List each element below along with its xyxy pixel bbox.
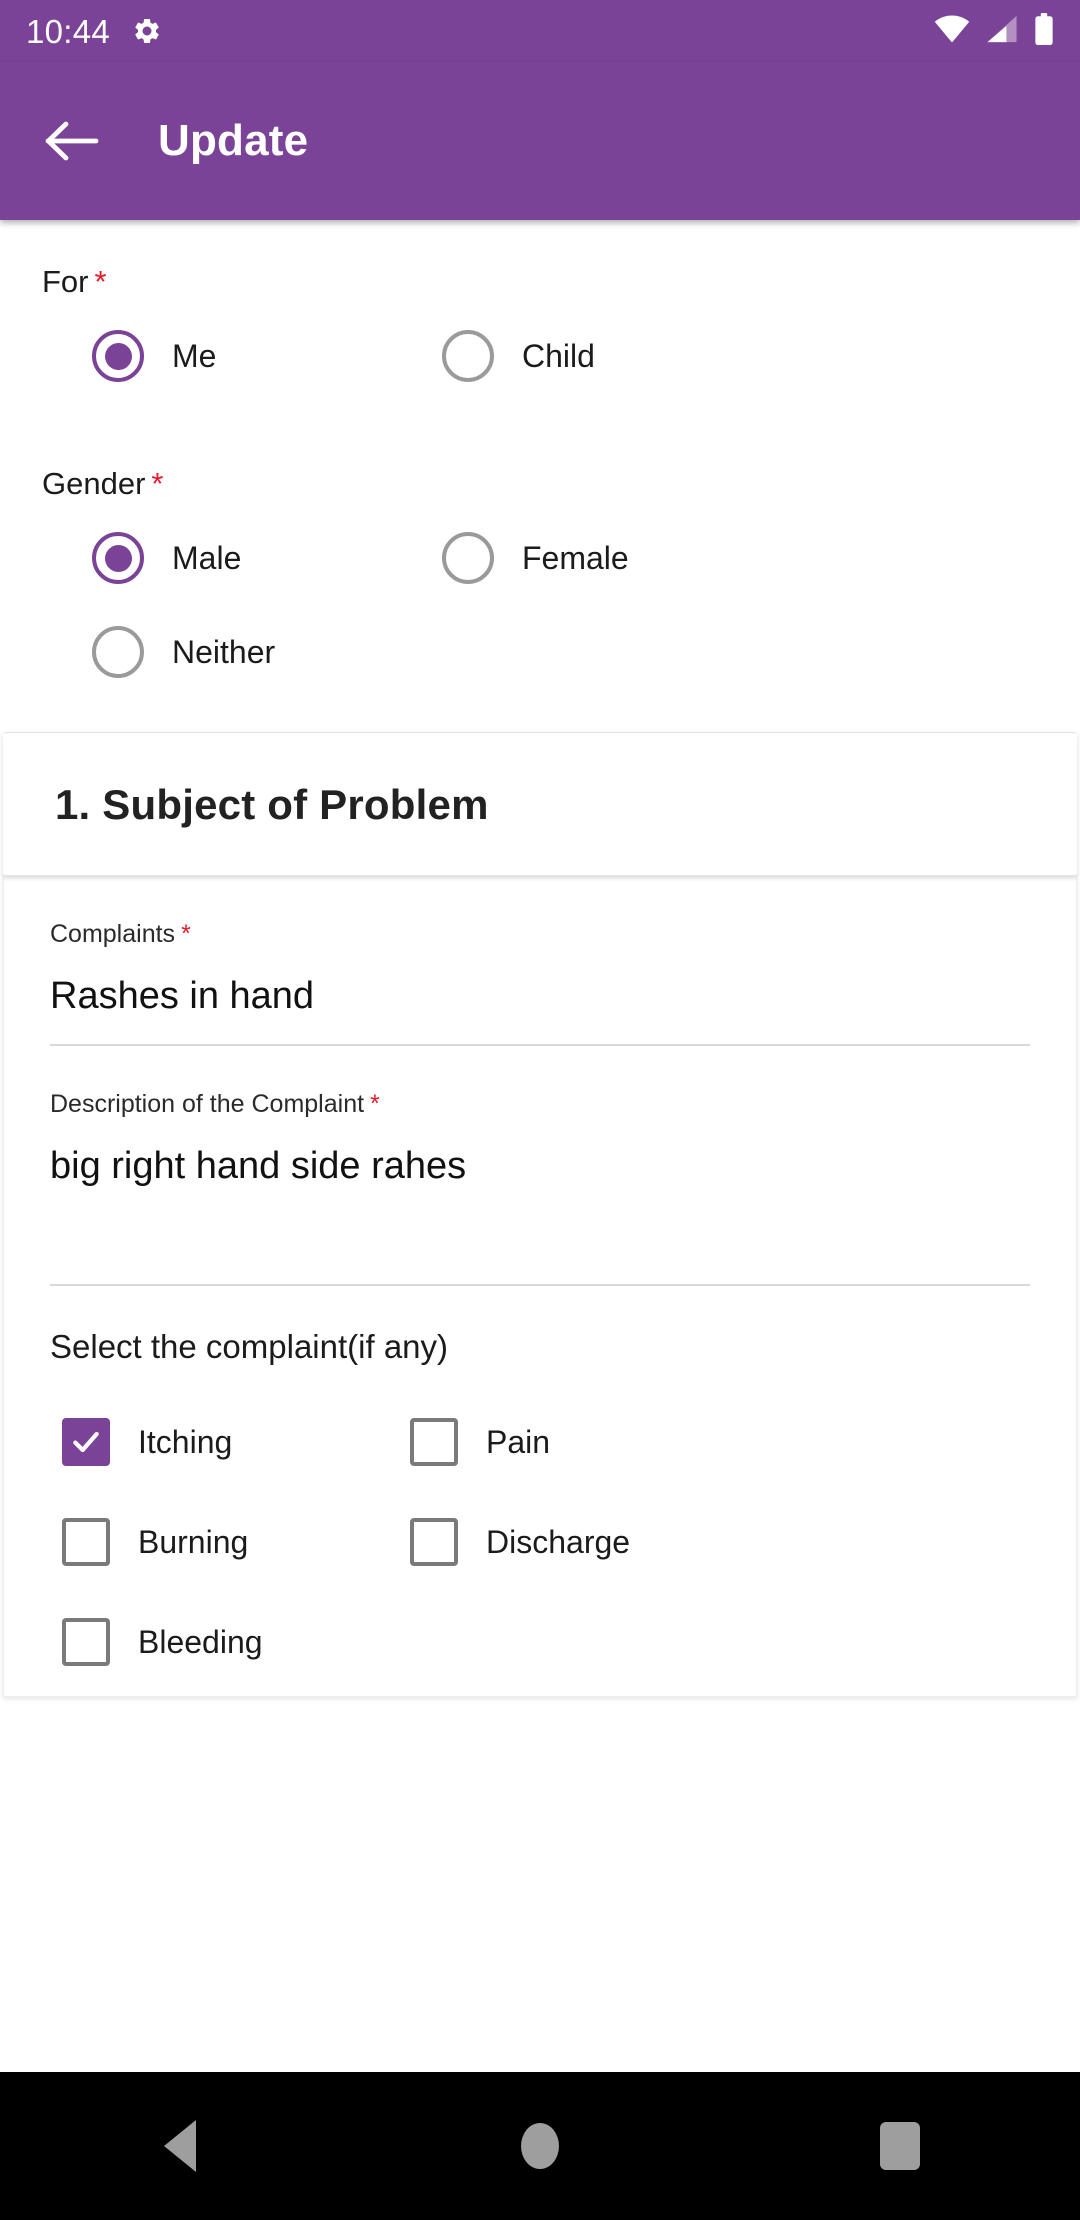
radio-option-neither[interactable]: Neither: [92, 626, 442, 678]
checkbox-label-itching: Itching: [138, 1423, 233, 1460]
for-group-label: For *: [42, 264, 107, 299]
radio-icon-neither[interactable]: [92, 626, 144, 678]
radio-icon-child[interactable]: [442, 330, 494, 382]
radio-label-me: Me: [172, 337, 217, 374]
complaint-select-label: Select the complaint(if any): [50, 1328, 449, 1365]
radio-option-female[interactable]: Female: [442, 532, 792, 584]
checkbox-row-3: Bleeding: [50, 1618, 1030, 1666]
checkbox-option-pain[interactable]: Pain: [410, 1418, 758, 1466]
checkbox-option-bleeding[interactable]: Bleeding: [62, 1618, 410, 1666]
status-bar-time: 10:44: [26, 12, 111, 50]
checkbox-option-itching[interactable]: Itching: [62, 1418, 410, 1466]
section-form-card: Complaints * Rashes in hand Description o…: [3, 876, 1077, 1697]
nav-home-circle-icon[interactable]: [450, 2096, 630, 2196]
radio-label-neither: Neither: [172, 633, 276, 670]
gender-radio-group-row2: Neither: [0, 626, 1080, 678]
section-title: 1. Subject of Problem: [55, 781, 489, 828]
section-header-card[interactable]: 1. Subject of Problem: [3, 732, 1077, 876]
checkbox-icon-itching[interactable]: [62, 1418, 110, 1466]
description-label: Description of the Complaint *: [50, 1090, 380, 1118]
checkbox-icon-discharge[interactable]: [410, 1518, 458, 1566]
checkbox-row-1: Itching Pain: [50, 1418, 1030, 1466]
cellular-signal-icon: [986, 14, 1018, 49]
nav-back-triangle-icon[interactable]: [90, 2096, 270, 2196]
checkbox-label-discharge: Discharge: [486, 1523, 631, 1560]
checkbox-icon-burning[interactable]: [62, 1518, 110, 1566]
required-asterisk: *: [94, 264, 107, 299]
radio-icon-male[interactable]: [92, 532, 144, 584]
nav-recents-square-icon[interactable]: [810, 2096, 990, 2196]
radio-icon-female[interactable]: [442, 532, 494, 584]
checkbox-option-discharge[interactable]: Discharge: [410, 1518, 758, 1566]
radio-icon-me[interactable]: [92, 330, 144, 382]
description-input[interactable]: big right hand side rahes: [50, 1119, 1030, 1284]
complaints-label: Complaints *: [50, 920, 191, 948]
radio-option-male[interactable]: Male: [92, 532, 442, 584]
radio-label-male: Male: [172, 539, 242, 576]
for-radio-group: Me Child: [0, 330, 1080, 382]
form-content: For * Me Child Gender * Male Female Neit…: [0, 220, 1080, 1697]
radio-label-child: Child: [522, 337, 595, 374]
radio-label-female: Female: [522, 539, 629, 576]
checkbox-label-bleeding: Bleeding: [138, 1623, 263, 1660]
required-asterisk: *: [151, 466, 164, 501]
gender-radio-group-row1: Male Female: [0, 532, 1080, 584]
gear-icon: [132, 16, 162, 46]
radio-option-me[interactable]: Me: [92, 330, 442, 382]
android-navigation-bar: [0, 2072, 1080, 2220]
wifi-icon: [934, 14, 970, 49]
complaints-input[interactable]: Rashes in hand: [50, 949, 1030, 1044]
phone-screen: 10:44 Update For * Me Child Gender * Mal…: [0, 0, 1080, 2220]
required-asterisk: *: [370, 1090, 380, 1118]
arrow-left-icon[interactable]: [34, 103, 110, 179]
checkbox-icon-pain[interactable]: [410, 1418, 458, 1466]
checkbox-row-2: Burning Discharge: [50, 1518, 1030, 1566]
status-bar: 10:44: [0, 0, 1080, 62]
checkbox-label-pain: Pain: [486, 1423, 551, 1460]
status-bar-icons: [934, 12, 1054, 50]
app-bar: Update: [0, 62, 1080, 220]
battery-icon: [1034, 12, 1054, 50]
radio-option-child[interactable]: Child: [442, 330, 792, 382]
gender-group-label: Gender *: [42, 466, 164, 501]
checkbox-icon-bleeding[interactable]: [62, 1618, 110, 1666]
page-title: Update: [158, 116, 309, 165]
checkbox-label-burning: Burning: [138, 1523, 249, 1560]
required-asterisk: *: [181, 920, 191, 948]
checkbox-option-burning[interactable]: Burning: [62, 1518, 410, 1566]
